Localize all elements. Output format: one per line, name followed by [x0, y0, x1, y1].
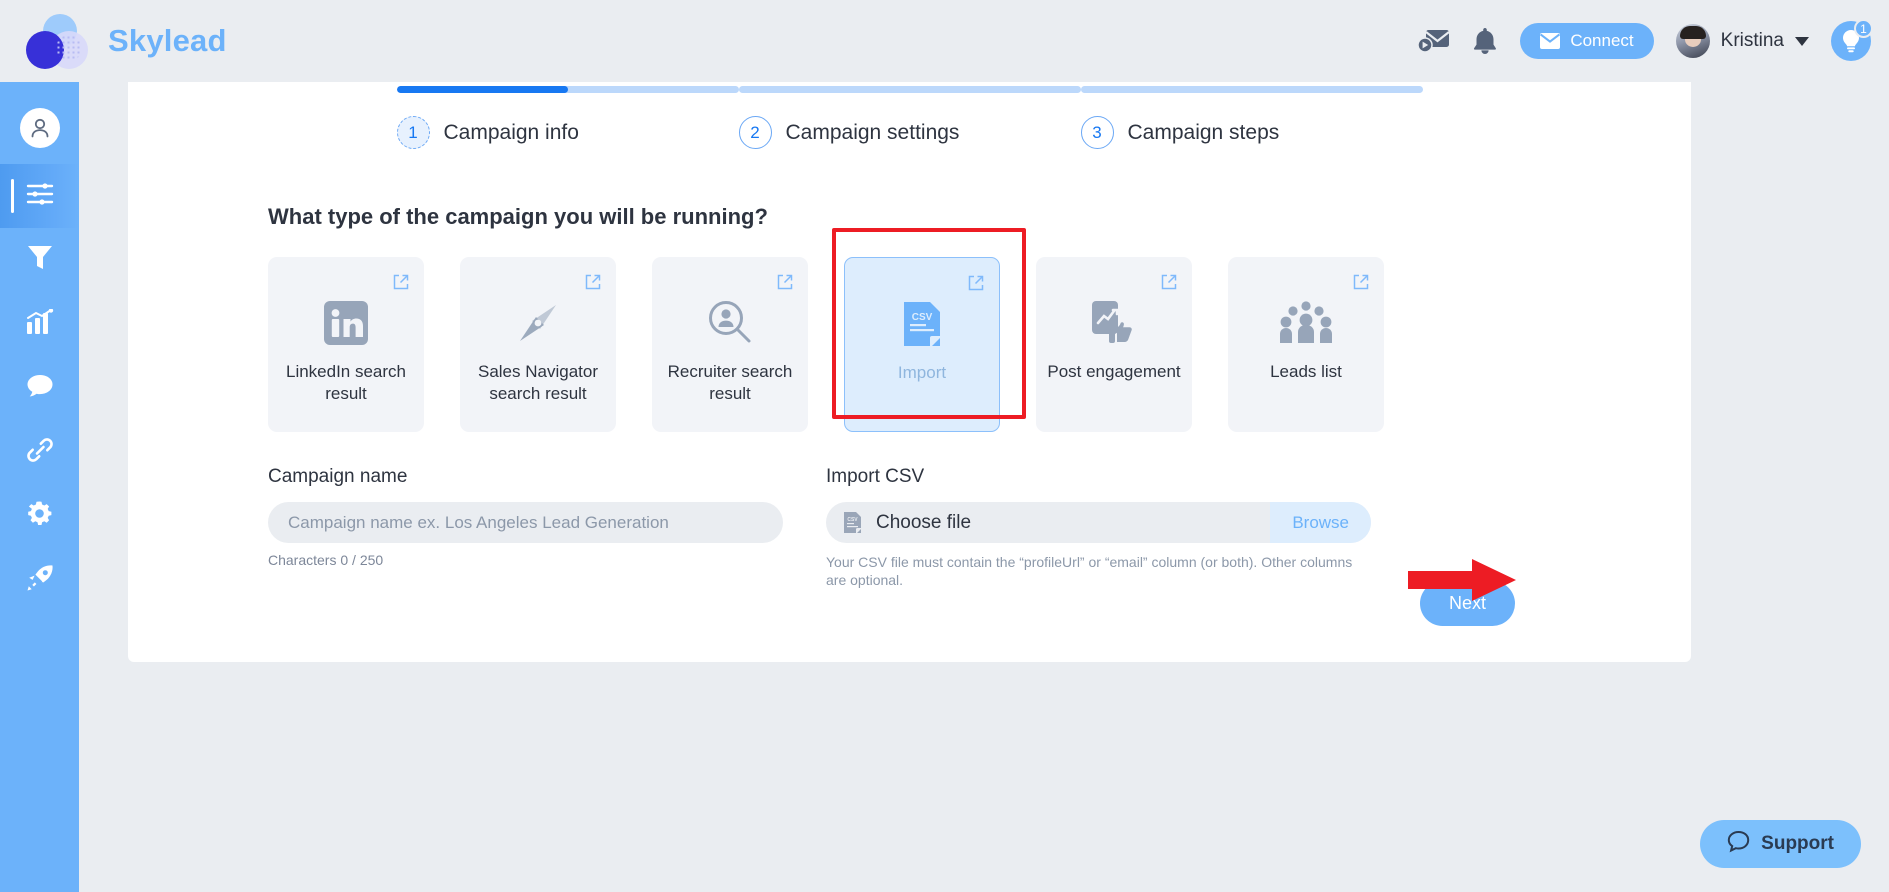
sidebar-item-settings[interactable]	[0, 484, 79, 548]
linkedin-icon	[323, 299, 369, 347]
bar-chart-icon	[26, 307, 54, 340]
external-link-icon[interactable]	[777, 274, 793, 295]
mail-send-icon[interactable]	[1418, 28, 1450, 54]
skylead-logo-icon	[26, 13, 94, 69]
user-icon	[19, 108, 60, 148]
rocket-icon	[26, 564, 54, 597]
gear-icon	[26, 500, 53, 532]
connect-label: Connect	[1570, 31, 1634, 50]
funnel-icon	[27, 244, 53, 277]
campaign-type-post-engagement[interactable]: Post engagement	[1036, 257, 1192, 432]
envelope-icon	[1540, 33, 1561, 49]
browse-button[interactable]: Browse	[1270, 502, 1371, 543]
campaign-type-recruiter-search[interactable]: Recruiter search result	[652, 257, 808, 432]
campaign-type-import[interactable]: CSV Import	[844, 257, 1000, 432]
svg-text:CSV: CSV	[912, 312, 933, 323]
tips-bulb-button[interactable]: 1	[1831, 19, 1873, 61]
sidebar-item-filters[interactable]	[0, 228, 79, 292]
step-campaign-steps[interactable]: 3 Campaign steps	[1080, 86, 1423, 149]
campaign-type-label: Leads list	[1270, 362, 1342, 381]
sidebar-item-reports[interactable]	[0, 292, 79, 356]
support-button[interactable]: Support	[1700, 820, 1861, 868]
step-progress-bar	[1080, 86, 1423, 93]
support-label: Support	[1761, 833, 1834, 854]
choose-file-text: Choose file	[876, 511, 972, 533]
campaign-type-label: Recruiter search result	[667, 362, 793, 403]
sidebar-item-launch[interactable]	[0, 548, 79, 612]
character-counter: Characters 0 / 250	[268, 552, 384, 568]
post-thumbs-up-icon	[1090, 299, 1138, 347]
connect-button[interactable]: Connect	[1520, 23, 1654, 59]
import-csv-hint: Your CSV file must contain the “profileU…	[826, 554, 1353, 588]
csv-file-icon: CSV	[902, 300, 942, 348]
people-group-icon	[1280, 299, 1332, 347]
compass-icon	[514, 299, 562, 347]
import-csv-group: Import CSV CSV Choose file Browse Your C…	[826, 466, 1371, 589]
brand-name: Skylead	[108, 23, 227, 58]
svg-text:CSV: CSV	[847, 517, 858, 523]
external-link-icon[interactable]	[1353, 274, 1369, 295]
step-progress-bar	[738, 86, 1081, 93]
avatar	[1675, 24, 1710, 58]
csv-file-icon: CSV	[843, 511, 862, 534]
person-search-icon	[707, 299, 753, 347]
sidebar-item-integrations[interactable]	[0, 420, 79, 484]
tips-badge: 1	[1854, 19, 1873, 38]
campaign-type-label: Sales Navigator search result	[477, 362, 598, 403]
external-link-icon[interactable]	[585, 274, 601, 295]
step-campaign-settings[interactable]: 2 Campaign settings	[738, 86, 1081, 149]
campaign-type-leads-list[interactable]: Leads list	[1228, 257, 1384, 432]
user-name: Kristina	[1720, 30, 1784, 51]
sidebar	[0, 0, 79, 892]
campaign-type-linkedin-search[interactable]: LinkedIn search result	[268, 257, 424, 432]
step-number: 1	[396, 116, 430, 149]
header-actions: Connect Kristina 1	[1418, 19, 1889, 61]
bell-icon[interactable]	[1472, 27, 1498, 55]
campaign-type-label: Post engagement	[1047, 362, 1181, 381]
import-csv-label: Import CSV	[826, 466, 925, 487]
link-icon	[26, 436, 54, 469]
choose-file-input[interactable]: CSV Choose file Browse	[826, 502, 1371, 543]
external-link-icon[interactable]	[1161, 274, 1177, 295]
external-link-icon[interactable]	[393, 274, 409, 295]
annotation-arrow	[1406, 557, 1516, 608]
sidebar-item-messages[interactable]	[0, 356, 79, 420]
campaign-name-input[interactable]	[268, 502, 783, 543]
step-label: Campaign steps	[1127, 120, 1280, 144]
step-progress-bar	[396, 86, 739, 93]
sidebar-item-campaigns[interactable]	[0, 164, 79, 228]
campaign-type-label: LinkedIn search result	[285, 362, 407, 403]
campaign-type-sales-navigator[interactable]: Sales Navigator search result	[460, 257, 616, 432]
user-menu[interactable]: Kristina	[1675, 24, 1809, 58]
campaign-name-group: Campaign name Characters 0 / 250	[268, 466, 783, 589]
campaign-name-label: Campaign name	[268, 466, 408, 487]
app-header: Skylead Connect Kristina 1	[0, 0, 1889, 82]
sliders-icon	[25, 181, 55, 212]
step-number: 2	[738, 116, 772, 149]
external-link-icon[interactable]	[968, 275, 984, 296]
page-title: What type of the campaign you will be ru…	[268, 204, 768, 229]
chat-bubble-icon	[26, 373, 54, 404]
campaign-type-label: Import	[897, 363, 947, 382]
step-label: Campaign info	[443, 120, 579, 144]
step-label: Campaign settings	[785, 120, 960, 144]
chevron-down-icon[interactable]	[1795, 36, 1809, 46]
campaign-type-grid: LinkedIn search result Sales Navigator s…	[268, 257, 1691, 432]
step-campaign-info[interactable]: 1 Campaign info	[396, 86, 739, 149]
chat-bubble-icon	[1727, 830, 1750, 859]
sidebar-item-profile[interactable]	[0, 96, 79, 160]
brand-logo[interactable]: Skylead	[26, 13, 227, 69]
step-number: 3	[1080, 116, 1114, 149]
